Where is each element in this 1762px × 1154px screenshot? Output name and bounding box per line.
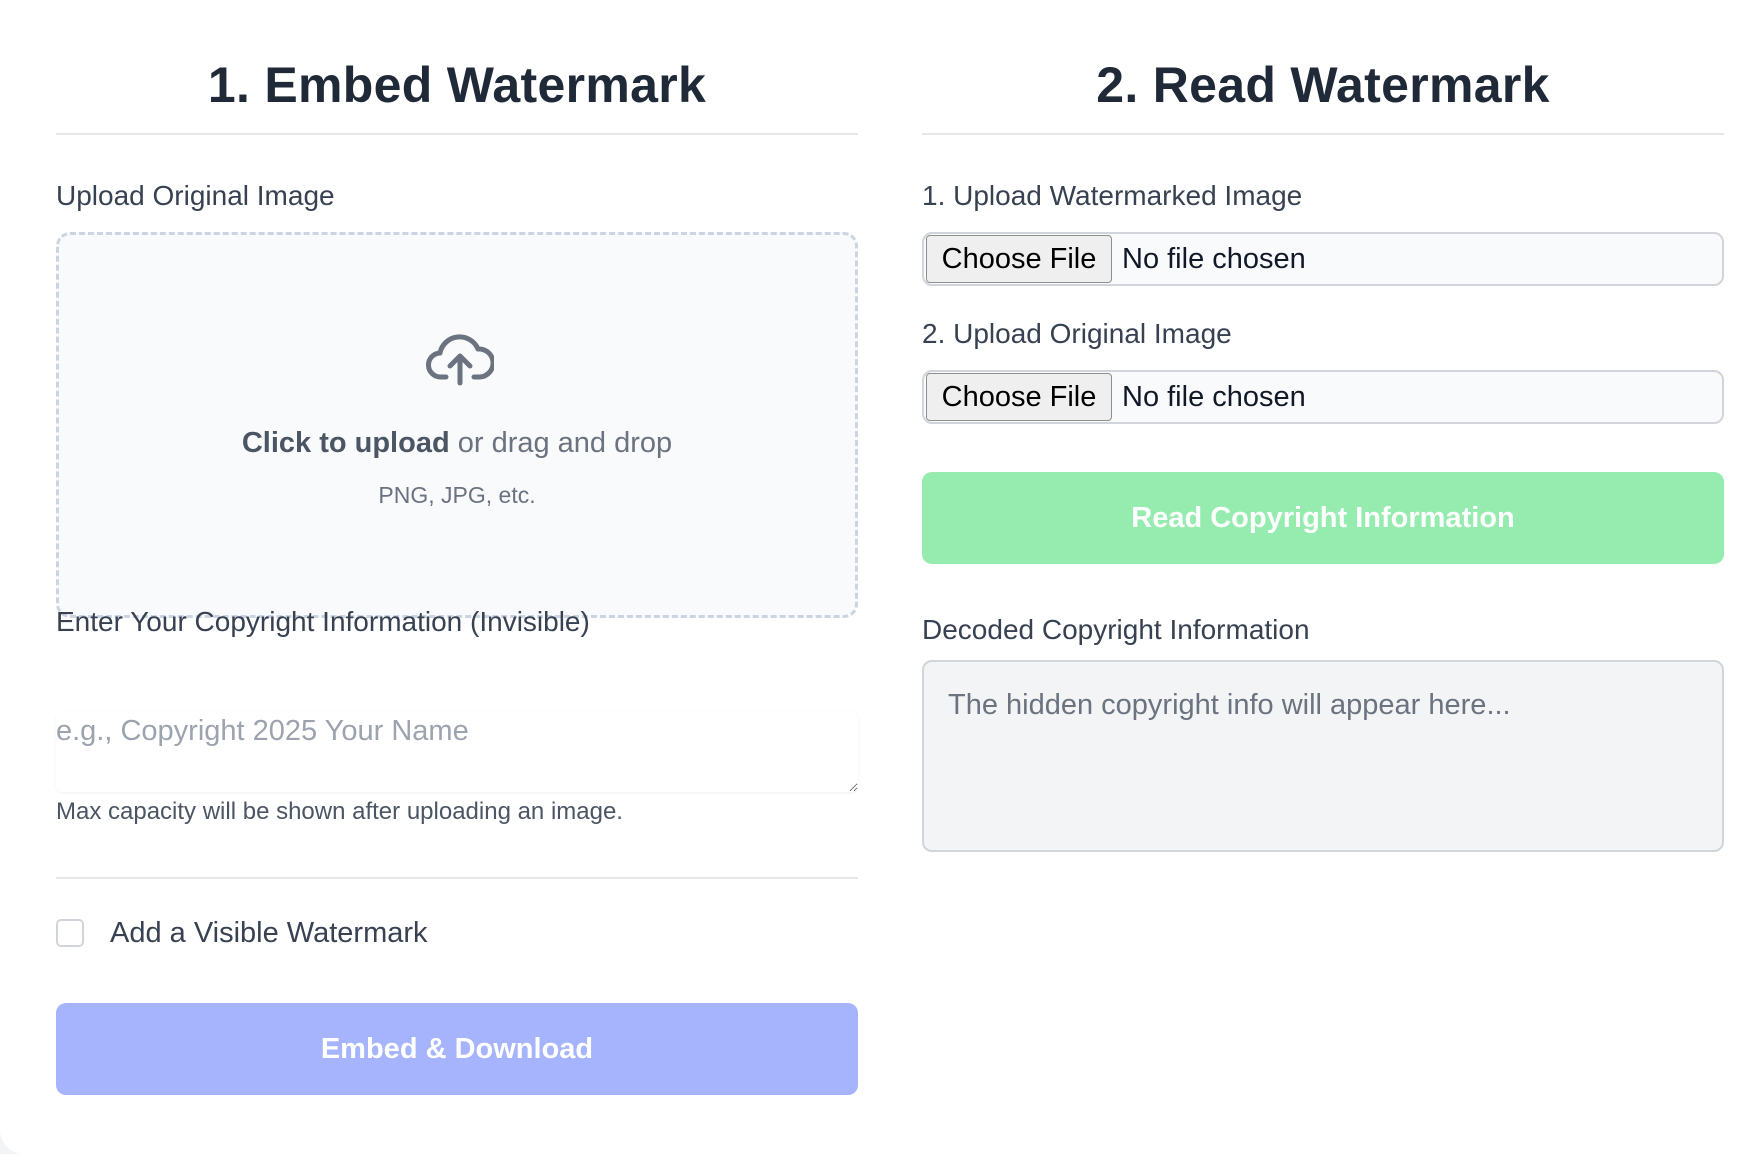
visible-watermark-label[interactable]: Add a Visible Watermark	[110, 917, 428, 950]
capacity-help-text: Max capacity will be shown after uploadi…	[56, 798, 623, 825]
app-card: 1. Embed Watermark Upload Original Image…	[0, 0, 1762, 1154]
watermarked-choose-file-button[interactable]: Choose File	[926, 235, 1112, 283]
decoded-info-label: Decoded Copyright Information	[922, 614, 1310, 645]
visible-watermark-option[interactable]: Add a Visible Watermark	[56, 914, 428, 952]
options-divider	[56, 877, 858, 879]
upload-watermarked-label: 1. Upload Watermarked Image	[922, 180, 1303, 211]
original-file-input[interactable]: Choose File No file chosen	[922, 370, 1724, 424]
read-copyright-button[interactable]: Read Copyright Information	[922, 472, 1724, 564]
watermarked-file-status: No file chosen	[1122, 242, 1306, 275]
original-file-status: No file chosen	[1122, 380, 1306, 413]
file-type-hint: PNG, JPG, etc.	[378, 482, 536, 508]
upload-original-read-label: 2. Upload Original Image	[922, 318, 1232, 349]
image-dropzone[interactable]: Click to upload or drag and drop PNG, JP…	[56, 232, 858, 618]
cloud-upload-icon	[426, 334, 494, 386]
upload-original-label: Upload Original Image	[56, 180, 335, 211]
click-to-upload-text: Click to upload	[241, 427, 450, 459]
embed-title: 1. Embed Watermark	[207, 57, 707, 113]
decoded-info-output[interactable]	[922, 660, 1724, 852]
watermarked-file-input[interactable]: Choose File No file chosen	[922, 232, 1724, 286]
drag-and-drop-text: or drag and drop	[449, 427, 673, 459]
copyright-info-textarea[interactable]	[56, 712, 858, 792]
read-title: 2. Read Watermark	[1096, 57, 1550, 113]
embed-download-button[interactable]: Embed & Download	[56, 1003, 858, 1095]
visible-watermark-checkbox[interactable]	[56, 919, 84, 947]
dropzone-instruction: Click to upload or drag and drop	[59, 425, 855, 461]
copyright-info-label: Enter Your Copyright Information (Invisi…	[56, 606, 590, 637]
original-choose-file-button[interactable]: Choose File	[926, 373, 1112, 421]
embed-title-divider	[56, 133, 858, 135]
read-title-divider	[922, 133, 1724, 135]
